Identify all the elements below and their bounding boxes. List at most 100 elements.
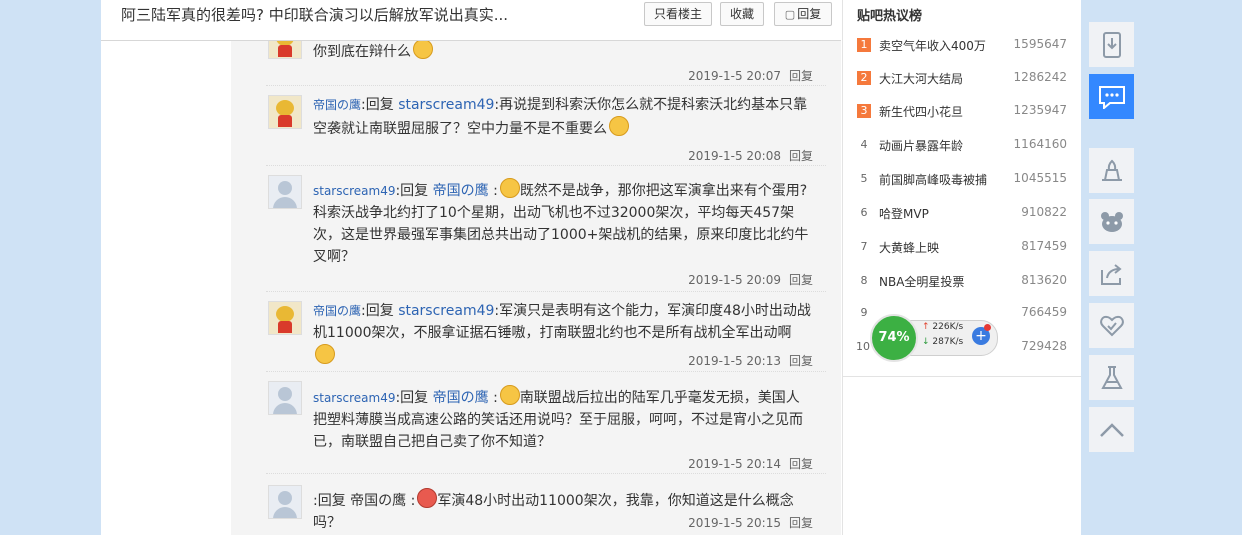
rank-badge: 8 (860, 274, 868, 287)
topic-count: 813620 (1021, 273, 1067, 287)
hot-topic-item[interactable]: 1 卖空气年收入400万 1595647 (857, 36, 1067, 56)
reply-word: :回复 (395, 390, 429, 406)
favorite-button[interactable]: 收藏 (720, 2, 764, 26)
reply-meta: 2019-1-5 20:14 回复 (688, 455, 813, 472)
reply-word: :回复 (361, 97, 394, 113)
rank-badge: 2 (857, 71, 871, 85)
back-to-top-icon (1099, 422, 1124, 437)
reply-list: 你到底在辩什么 2019-1-5 20:07 回复 帝国の鹰:回复 starscr… (251, 41, 841, 535)
topic-name[interactable]: 大江大河大结局 (879, 70, 963, 87)
topic-count: 766459 (1021, 305, 1067, 319)
divider (266, 291, 826, 292)
flower-emoji-icon (417, 488, 438, 508)
target-user-link[interactable]: 帝国の鹰 (433, 390, 489, 406)
reply-word: :回复 (313, 493, 346, 509)
topic-name[interactable]: 大黄蜂上映 (879, 239, 939, 256)
reply-link[interactable]: 回复 (789, 457, 813, 471)
author-link[interactable]: 帝国の鹰 (313, 304, 361, 318)
reply-time: 2019-1-5 20:07 (688, 69, 781, 83)
magic-hat-button[interactable] (1089, 148, 1134, 193)
rank-badge: 9 (860, 306, 868, 319)
rank-badge: 1 (857, 38, 871, 52)
reply-meta: 2019-1-5 20:15 回复 (688, 514, 813, 531)
author-link[interactable]: starscream49 (313, 184, 395, 198)
target-user-link[interactable]: 帝国の鹰 (350, 493, 406, 509)
topic-name[interactable]: 前国脚高峰吸毒被捕 (879, 171, 987, 188)
tieba-bear-button[interactable] (1089, 199, 1134, 244)
smile-emoji-icon (609, 116, 629, 136)
reply-link[interactable]: 回复 (789, 149, 813, 163)
hot-topic-item[interactable]: 8 NBA全明星投票 813620 (857, 272, 1068, 292)
reply-content: 帝国の鹰:回复 starscream49:再说提到科索沃你怎么就不提科索沃北约基… (313, 94, 813, 140)
topic-count: 1235947 (1013, 103, 1067, 117)
avatar[interactable] (268, 485, 302, 519)
topic-name[interactable]: NBA全明星投票 (879, 273, 964, 290)
reply-time: 2019-1-5 20:15 (688, 516, 781, 530)
target-user-link[interactable]: starscream49 (398, 303, 494, 319)
thread-title: 阿三陆军真的很差吗? 中印联合演习以后解放军说出真实... (121, 6, 509, 24)
hot-topic-item[interactable]: 5 前国脚高峰吸毒被捕 1045515 (857, 170, 1068, 190)
topic-count: 729428 (1021, 339, 1067, 353)
topic-count: 910822 (1021, 205, 1067, 219)
message-button[interactable] (1089, 74, 1134, 119)
hot-topic-item[interactable]: 2 大江大河大结局 1286242 (857, 69, 1067, 89)
avatar[interactable] (268, 381, 302, 415)
only-op-button[interactable]: 只看楼主 (644, 2, 712, 26)
author-link[interactable]: starscream49 (313, 391, 395, 405)
reply-button-label: 回复 (797, 7, 822, 21)
notification-dot (984, 324, 991, 331)
reply-text: 你到底在辩什么 (313, 44, 411, 60)
reply-link[interactable]: 回复 (789, 69, 813, 83)
like-heart-button[interactable] (1089, 303, 1134, 348)
target-user-link[interactable]: 帝国の鹰 (433, 183, 489, 199)
author-link[interactable]: 帝国の鹰 (313, 98, 361, 112)
lab-flask-icon (1100, 365, 1123, 389)
share-button[interactable] (1089, 251, 1134, 296)
like-heart-icon (1099, 315, 1124, 336)
reply-time: 2019-1-5 20:09 (688, 273, 781, 287)
reply-meta: 2019-1-5 20:08 回复 (688, 147, 813, 164)
topic-name[interactable]: 哈登MVP (879, 205, 929, 222)
rank-badge: 10 (856, 340, 870, 353)
hot-topic-item[interactable]: 4 动画片暴露年龄 1164160 (857, 136, 1068, 156)
author-column (101, 41, 231, 535)
divider (266, 165, 826, 166)
reply-time: 2019-1-5 20:14 (688, 457, 781, 471)
download-speed-value: 287K/s (932, 337, 964, 347)
topic-count: 1286242 (1013, 70, 1067, 84)
reply-button[interactable]: ▢ 回复 (774, 2, 832, 26)
divider (266, 371, 826, 372)
smile-emoji-icon (499, 178, 520, 198)
reply-link[interactable]: 回复 (789, 273, 813, 287)
reply-content: starscream49:回复 帝国の鹰 : 既然不是战争，那你把这军演拿出来有个… (313, 178, 813, 268)
download-app-button[interactable] (1089, 22, 1134, 67)
share-icon (1100, 263, 1122, 285)
message-icon (1098, 85, 1125, 109)
avatar[interactable] (268, 41, 302, 59)
avatar[interactable] (268, 95, 302, 129)
topic-count: 1164160 (1013, 137, 1067, 151)
reply-word: :回复 (361, 303, 394, 319)
rank-badge: 5 (860, 172, 868, 185)
avatar[interactable] (268, 301, 302, 335)
rank-badge: 7 (860, 240, 868, 253)
topic-name[interactable]: 卖空气年收入400万 (879, 37, 986, 54)
reply-link[interactable]: 回复 (789, 354, 813, 368)
topic-count: 1045515 (1013, 171, 1067, 185)
rank-badge: 3 (857, 104, 871, 118)
target-user-link[interactable]: starscream49 (398, 97, 494, 113)
topic-name[interactable]: 新生代四小花旦 (879, 103, 963, 120)
reply-link[interactable]: 回复 (789, 516, 813, 530)
lab-button[interactable] (1089, 355, 1134, 400)
network-speed-widget[interactable]: 74% ↑ 226K/s ↓ 287K/s + (870, 314, 998, 362)
hot-topic-item[interactable]: 6 哈登MVP 910822 (857, 204, 1068, 224)
back-to-top-button[interactable] (1089, 407, 1134, 452)
hot-topic-item[interactable]: 7 大黄蜂上映 817459 (857, 238, 1068, 258)
divider (266, 473, 826, 474)
avatar[interactable] (268, 175, 302, 209)
memory-usage-ball[interactable]: 74% (870, 314, 918, 362)
hot-topic-item[interactable]: 3 新生代四小花旦 1235947 (857, 102, 1067, 122)
upload-speed: ↑ 226K/s (922, 322, 963, 332)
topic-name[interactable]: 动画片暴露年龄 (879, 137, 963, 154)
reply-content: starscream49:回复 帝国の鹰 : 南联盟战后拉出的陆军几乎毫发无损，美… (313, 385, 813, 453)
